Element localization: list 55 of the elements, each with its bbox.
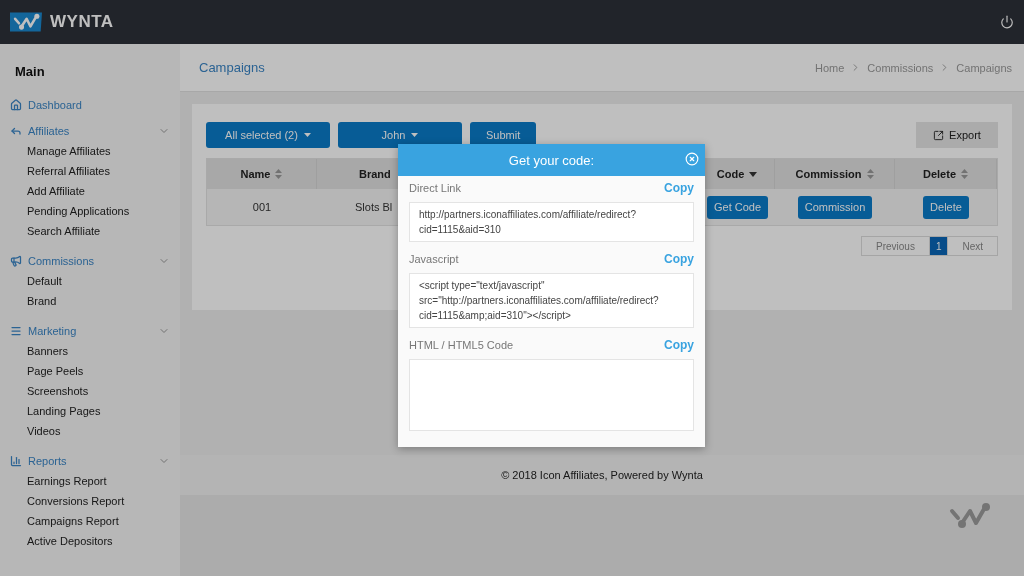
bar-chart-icon <box>10 455 22 467</box>
column-header[interactable]: Brand <box>359 168 391 180</box>
sidebar-item[interactable]: Landing Pages <box>10 401 180 421</box>
sidebar-item[interactable]: Active Depositors <box>10 531 180 551</box>
sidebar-item[interactable]: Campaigns Report <box>10 511 180 531</box>
page-button[interactable]: 1 <box>928 236 949 256</box>
sidebar-item[interactable]: Screenshots <box>10 381 180 401</box>
row-button[interactable]: Delete <box>923 195 969 219</box>
sidebar-item[interactable]: Pending Applications <box>10 201 180 221</box>
export-button[interactable]: Export <box>916 122 998 148</box>
filter-dropdown[interactable]: All selected (2) <box>206 122 330 148</box>
column-header[interactable]: Code <box>716 168 745 180</box>
row-button[interactable]: Commission <box>797 195 873 219</box>
home-icon <box>10 99 22 111</box>
code-field[interactable]: http://partners.iconaffiliates.com/affiliate/redirect?cid=1115&aid=310 <box>409 202 694 242</box>
brand-name: WYNTA <box>50 12 114 32</box>
code-field[interactable]: <script type="text/javascript" src="http://partners.iconaffiliates.com/affiliate/redirect?cid=1115&amp;aid=310"></script> <box>409 273 694 328</box>
export-icon <box>933 129 945 141</box>
field-label: Javascript <box>409 252 459 265</box>
sort-icon[interactable] <box>866 169 874 179</box>
filter-dropdown[interactable]: John <box>338 122 462 148</box>
close-icon[interactable] <box>685 152 699 166</box>
field-label: Direct Link <box>409 181 461 194</box>
table-cell: Slots Bl <box>355 201 393 213</box>
sidebar-heading: Main <box>15 64 46 79</box>
caret-icon <box>303 133 311 137</box>
logo-icon <box>10 9 42 35</box>
sort-icon[interactable] <box>275 169 283 179</box>
sidebar-item[interactable]: Referral Affiliates <box>10 161 180 181</box>
sidebar-item[interactable]: Search Affiliate <box>10 221 180 241</box>
caret-icon <box>411 133 419 137</box>
sidebar-item[interactable]: Conversions Report <box>10 491 180 511</box>
sidebar-item[interactable]: Manage Affiliates <box>10 141 180 161</box>
reply-icon <box>10 125 22 137</box>
sort-down-icon[interactable] <box>749 171 758 177</box>
menu-icon <box>10 325 22 337</box>
table-cell: 001 <box>252 201 272 213</box>
sidebar-item[interactable]: Default <box>10 271 180 291</box>
sidebar-item[interactable]: Banners <box>10 341 180 361</box>
row-button[interactable]: Get Code <box>706 195 769 219</box>
sidebar-item[interactable]: Videos <box>10 421 180 441</box>
page-title: Campaigns <box>199 60 265 75</box>
sidebar-item[interactable]: Brand <box>10 291 180 311</box>
field-label: HTML / HTML5 Code <box>409 338 514 351</box>
code-field[interactable] <box>409 359 694 431</box>
sidebar-item[interactable]: Add Affiliate <box>10 181 180 201</box>
megaphone-icon <box>10 255 22 267</box>
column-header[interactable]: Name <box>240 168 271 180</box>
sort-icon[interactable] <box>961 169 968 179</box>
column-header[interactable]: Delete <box>923 168 956 180</box>
power-icon[interactable] <box>1000 15 1014 29</box>
dialog-title: Get your code: <box>508 152 595 168</box>
footer-text: © 2018 Icon Affiliates, Powered by Wynta <box>501 469 703 481</box>
sidebar-item[interactable]: Earnings Report <box>10 471 180 491</box>
sidebar-item[interactable]: Page Peels <box>10 361 180 381</box>
